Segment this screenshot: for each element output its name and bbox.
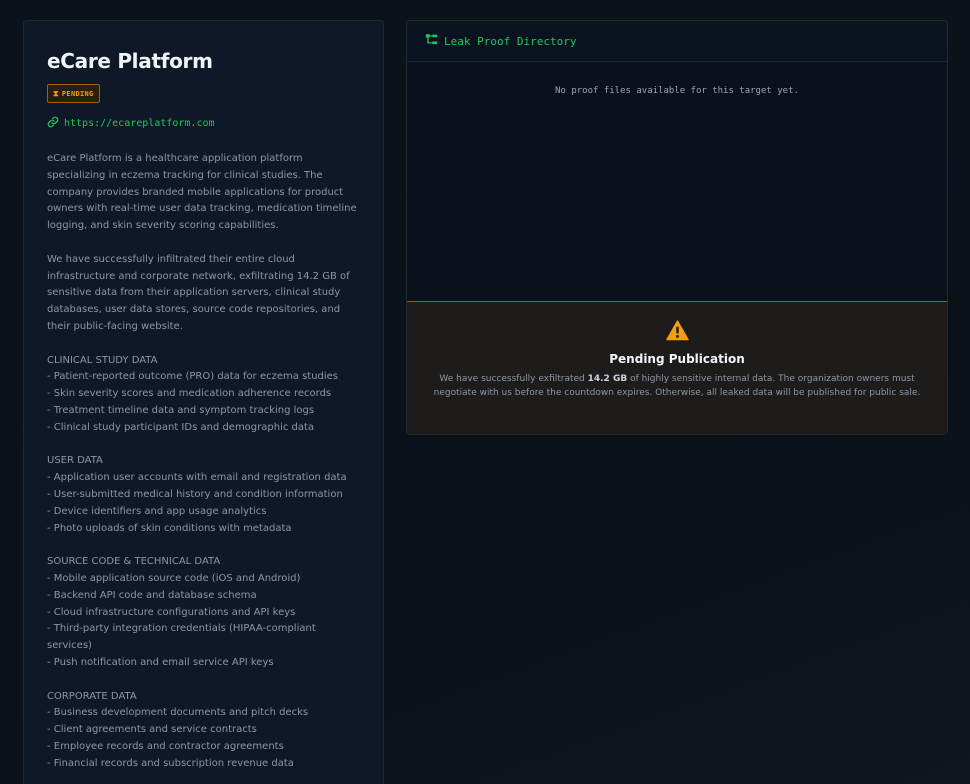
company-title: eCare Platform bbox=[47, 49, 213, 73]
description-line: SOURCE CODE & TECHNICAL DATA bbox=[47, 556, 221, 568]
description-line: - Backend API code and database schema bbox=[47, 589, 257, 601]
description-line: - Device identifiers and app usage analy… bbox=[47, 505, 267, 517]
link-icon bbox=[47, 116, 59, 131]
description-line: CORPORATE DATA bbox=[47, 690, 137, 702]
pending-publication-notice: Pending Publication We have successfully… bbox=[407, 301, 947, 434]
description-line: - Patient-reported outcome (PRO) data fo… bbox=[47, 371, 339, 383]
company-card: eCare Platform ⧗ PENDING https://ecarepl… bbox=[23, 20, 384, 784]
description-line: - Treatment timeline data and symptom tr… bbox=[47, 404, 315, 416]
pending-text-before: We have successfully exfiltrated bbox=[439, 374, 588, 384]
description-line: - Financial records and subscription rev… bbox=[47, 757, 294, 769]
empty-state-text: No proof files available for this target… bbox=[555, 86, 799, 96]
description-line: We have successfully infiltrated their e… bbox=[47, 253, 350, 332]
company-description: eCare Platform is a healthcare applicati… bbox=[47, 151, 360, 772]
description-line: - User-submitted medical history and con… bbox=[47, 488, 343, 500]
folder-tree-icon bbox=[425, 33, 438, 49]
leak-proof-title: Leak Proof Directory bbox=[444, 34, 577, 48]
website-url: https://ecareplatform.com bbox=[64, 118, 215, 129]
description-line: - Push notification and email service AP… bbox=[47, 656, 274, 668]
leak-proof-panel: Leak Proof Directory No proof files avai… bbox=[406, 20, 948, 435]
description-line: - Employee records and contractor agreem… bbox=[47, 740, 284, 752]
warning-icon bbox=[665, 320, 689, 341]
description-line: USER DATA bbox=[47, 455, 103, 467]
pending-title: Pending Publication bbox=[609, 352, 745, 366]
status-badge: ⧗ PENDING bbox=[47, 84, 100, 103]
description-line: - Business development documents and pit… bbox=[47, 707, 309, 719]
description-line: - Photo uploads of skin conditions with … bbox=[47, 522, 292, 534]
pending-message: We have successfully exfiltrated 14.2 GB… bbox=[422, 373, 932, 400]
description-line: - Client agreements and service contract… bbox=[47, 724, 257, 736]
description-line: CLINICAL STUDY DATA bbox=[47, 354, 158, 366]
description-line: eCare Platform is a healthcare applicati… bbox=[47, 153, 357, 232]
description-line: - Third-party integration credentials (H… bbox=[47, 623, 316, 652]
website-link[interactable]: https://ecareplatform.com bbox=[47, 116, 360, 131]
exfiltrated-size: 14.2 GB bbox=[587, 374, 628, 384]
proof-file-list: No proof files available for this target… bbox=[407, 62, 947, 301]
page: eCare Platform ⧗ PENDING https://ecarepl… bbox=[0, 0, 970, 784]
description-line: - Skin severity scores and medication ad… bbox=[47, 388, 332, 400]
leak-proof-header: Leak Proof Directory bbox=[407, 21, 947, 62]
status-label: PENDING bbox=[61, 89, 94, 98]
hourglass-icon: ⧗ bbox=[53, 88, 59, 98]
description-line: - Application user accounts with email a… bbox=[47, 472, 347, 484]
description-line: - Cloud infrastructure configurations an… bbox=[47, 606, 296, 618]
description-line: - Clinical study participant IDs and dem… bbox=[47, 421, 315, 433]
description-line: - Mobile application source code (iOS an… bbox=[47, 572, 301, 584]
